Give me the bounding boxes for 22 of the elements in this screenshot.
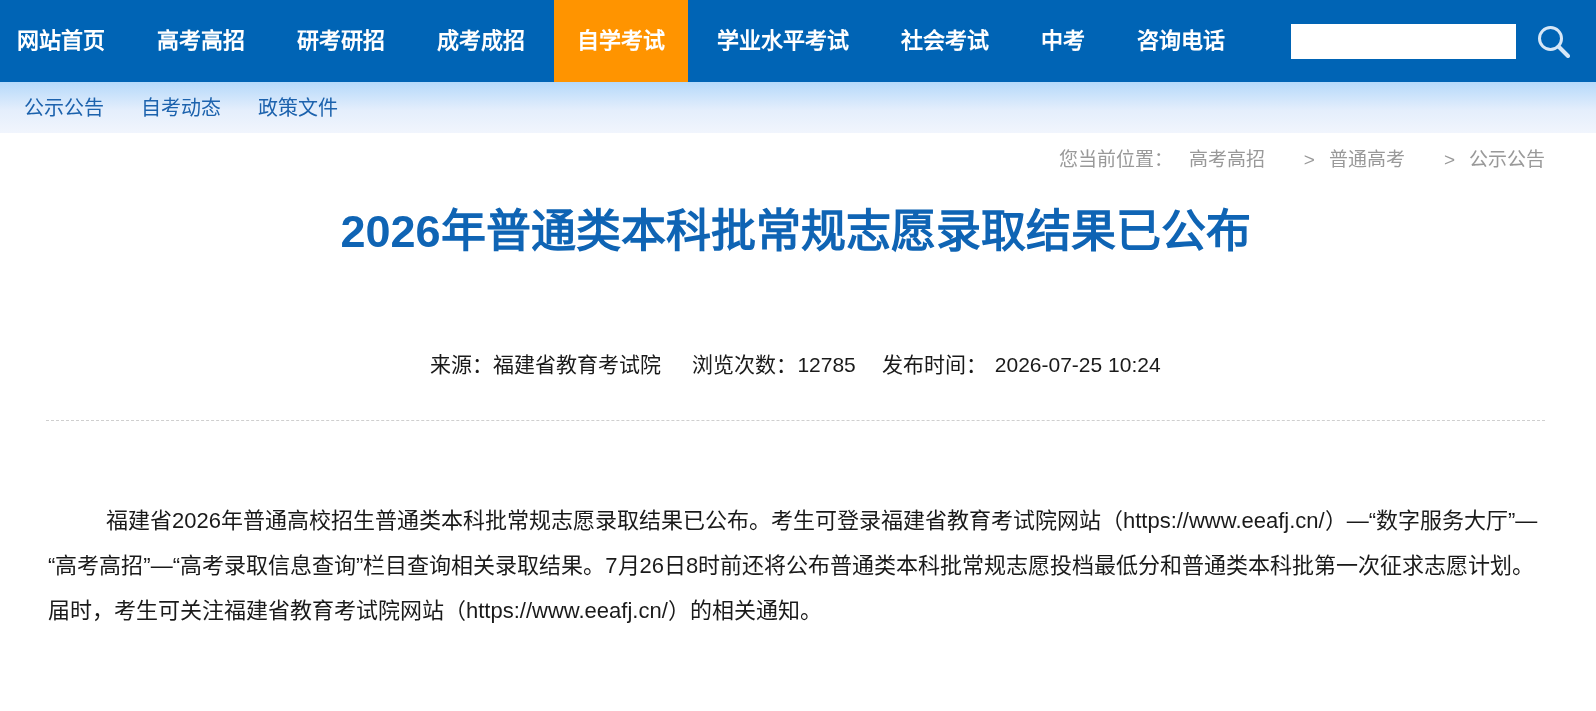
article-paragraph: 福建省2026年普通高校招生普通类本科批常规志愿录取结果已公布。考生可登录福建省教育考试院网站（https://www.eeafj.cn/）—“数字服务大厅”—“高考高招”—“高考录取信息查询”栏目查询相关录取结果。7月26日8时前还将公布普通类本科批常规志愿投档最低分和普通类本科批第一次征求志愿计划。届时，考生可关注福建省教育考试院网站（https://www.eeafj.cn/）的相关通知。 [48,507,1539,625]
nav-link[interactable]: 成考成招 [414,0,548,82]
nav-link[interactable]: 社会考试 [878,0,1012,82]
nav-link[interactable]: 学业水平考试 [694,0,872,82]
nav-link[interactable]: 研考研招 [274,0,408,82]
publish-label: 发布时间： [881,352,987,378]
subnav-link[interactable]: 政策文件 [258,92,338,123]
nav-link[interactable]: 网站首页 [0,0,128,82]
publish-date: 2026-07-25 10:24 [994,352,1161,378]
breadcrumb-label: 您当前位置： [1058,149,1173,171]
subnav-link[interactable]: 公示公告 [24,92,104,123]
nav-link[interactable]: 咨询电话 [1114,0,1248,82]
article-title: 2026年普通类本科批常规志愿录取结果已公布 [339,205,1252,259]
search-icon[interactable] [1537,24,1570,58]
nav-link[interactable]: 中考 [1018,0,1108,82]
source-text: 来源：福建省教育考试院 [430,352,662,378]
search-field[interactable] [1291,23,1516,59]
subnav-link[interactable]: 自考动态 [141,92,221,123]
view-count: 浏览次数：12785 [692,352,856,378]
nav-link[interactable]: 高考高招 [134,0,268,82]
breadcrumb-separator: > [1303,149,1315,171]
breadcrumb-separator: > [1443,149,1455,171]
